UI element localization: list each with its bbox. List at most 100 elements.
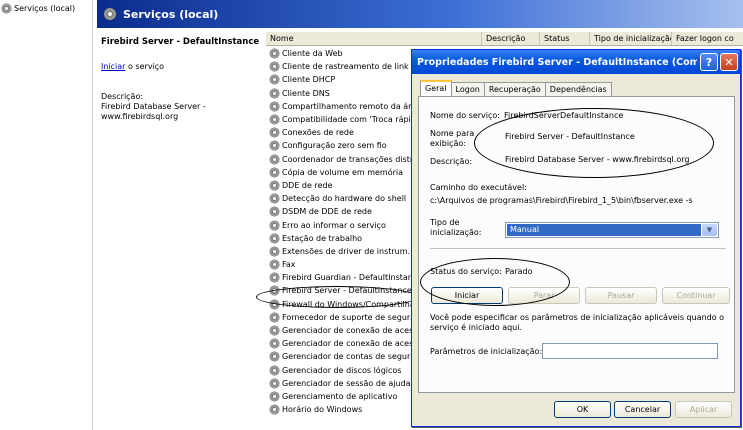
help-button[interactable]: ? bbox=[700, 53, 718, 71]
service-row[interactable]: Cliente da Web bbox=[266, 47, 416, 60]
service-row[interactable]: Cliente DHCP bbox=[266, 73, 416, 86]
exe-path-label: Caminho do executável: bbox=[430, 183, 527, 192]
service-row[interactable]: Cliente de rastreamento de link di bbox=[266, 60, 416, 73]
pane-title: Serviços (local) bbox=[123, 7, 219, 21]
service-row[interactable]: Compartilhamento remoto da área bbox=[266, 100, 416, 113]
console-tree: Serviços (local) bbox=[0, 0, 93, 430]
continue-button[interactable]: Continuar bbox=[662, 287, 730, 304]
service-name: Fornecedor de suporte de segura bbox=[282, 312, 416, 322]
column-header-name[interactable]: Nome bbox=[266, 32, 482, 46]
column-header-startup-type[interactable]: Tipo de inicialização bbox=[590, 32, 672, 46]
service-row[interactable]: Detecção do hardware do shell bbox=[266, 192, 416, 205]
dialog-title: Propriedades Firebird Server - DefaultIn… bbox=[417, 56, 697, 68]
exe-path-value: c:\Arquivos de programas\Firebird\Firebi… bbox=[430, 196, 693, 205]
service-row[interactable]: Conexões de rede bbox=[266, 126, 416, 139]
service-row[interactable]: DDE de rede bbox=[266, 179, 416, 192]
pause-button[interactable]: Pausar bbox=[585, 287, 657, 304]
service-gear-icon bbox=[269, 114, 280, 126]
service-gear-icon bbox=[269, 206, 280, 218]
startup-params-hint: Você pode especificar os parâmetros de i… bbox=[430, 313, 725, 332]
start-service-suffix: o serviço bbox=[125, 62, 165, 71]
column-header-status[interactable]: Status bbox=[540, 32, 590, 46]
service-row[interactable]: Gerenciador de conexão de acess bbox=[266, 337, 416, 350]
pane-header: Serviços (local) bbox=[97, 0, 743, 28]
apply-button[interactable]: Aplicar bbox=[675, 401, 732, 418]
start-service-link[interactable]: Iniciar bbox=[101, 62, 125, 71]
service-row[interactable]: Fax bbox=[266, 258, 416, 271]
dialog-titlebar[interactable]: Propriedades Firebird Server - DefaultIn… bbox=[412, 50, 740, 74]
service-row[interactable]: Cliente DNS bbox=[266, 87, 416, 100]
column-header-description[interactable]: Descrição bbox=[482, 32, 540, 46]
list-header: Nome Descrição Status Tipo de inicializa… bbox=[266, 32, 743, 46]
service-gear-icon bbox=[269, 364, 280, 376]
service-row[interactable]: Gerenciador de conexão de acess bbox=[266, 324, 416, 337]
service-row[interactable]: Extensões de driver de instrum. bbox=[266, 245, 416, 258]
description-label: Descrição: bbox=[101, 92, 144, 101]
service-row[interactable]: Gerenciador de sessão de ajuda d bbox=[266, 377, 416, 390]
service-name: Estação de trabalho bbox=[282, 233, 363, 243]
service-gear-icon bbox=[269, 100, 280, 112]
service-row[interactable]: DSDM de DDE de rede bbox=[266, 205, 416, 218]
startup-params-input[interactable] bbox=[542, 343, 718, 359]
startup-params-label: Parâmetros de inicialização: bbox=[430, 347, 543, 356]
service-row[interactable]: Erro ao informar o serviço bbox=[266, 218, 416, 231]
service-gear-icon bbox=[269, 48, 280, 60]
tab-general[interactable]: Geral bbox=[420, 80, 452, 96]
stop-button[interactable]: Parar bbox=[508, 287, 580, 304]
service-gear-icon bbox=[269, 259, 280, 271]
service-name-label: Nome do serviço: bbox=[430, 111, 500, 120]
dialog-tabs: Geral Logon Recuperação Dependências bbox=[420, 80, 612, 96]
service-gear-icon bbox=[269, 166, 280, 178]
service-row[interactable]: Horário do Windows bbox=[266, 403, 416, 416]
service-name: Firewall do Windows/Compartilham bbox=[282, 299, 416, 309]
services-console: Serviços (local) Serviços (local) Firebi… bbox=[0, 0, 743, 430]
service-name: Firebird Guardian - DefaultInstanc bbox=[282, 273, 416, 283]
service-name-value: FirebirdServerDefaultInstance bbox=[504, 111, 624, 120]
service-row[interactable]: Cópia de volume em memória bbox=[266, 166, 416, 179]
service-name: DSDM de DDE de rede bbox=[282, 207, 372, 217]
service-name: Conexões de rede bbox=[282, 128, 354, 138]
chevron-down-icon[interactable]: ▼ bbox=[702, 224, 717, 236]
display-name-label: Nome para exibição: bbox=[430, 129, 475, 148]
service-name: Detecção do hardware do shell bbox=[282, 194, 407, 204]
service-row[interactable]: Configuração zero sem fio bbox=[266, 139, 416, 152]
service-gear-icon bbox=[269, 285, 280, 297]
service-row[interactable]: Gerenciador de discos lógicos bbox=[266, 364, 416, 377]
tab-recovery[interactable]: Recuperação bbox=[483, 82, 546, 96]
service-gear-icon bbox=[269, 127, 280, 139]
close-button[interactable]: ✕ bbox=[720, 53, 738, 71]
selected-service-title: Firebird Server - DefaultInstance bbox=[101, 37, 260, 47]
service-name: DDE de rede bbox=[282, 180, 333, 190]
service-name: Coordenador de transações distri bbox=[282, 154, 416, 164]
tab-logon[interactable]: Logon bbox=[450, 82, 485, 96]
service-row[interactable]: Compatibilidade com 'Troca rápid bbox=[266, 113, 416, 126]
service-name: Gerenciamento de aplicativo bbox=[282, 391, 398, 401]
service-row[interactable]: Estação de trabalho bbox=[266, 232, 416, 245]
startup-type-label: Tipo de inicialização: bbox=[430, 218, 482, 237]
service-name: Firebird Server - DefaultInstance bbox=[282, 286, 412, 296]
service-name: Cliente DNS bbox=[282, 88, 330, 98]
tree-node-services-local[interactable]: Serviços (local) bbox=[1, 3, 75, 14]
service-row[interactable]: Firebird Guardian - DefaultInstanc bbox=[266, 271, 416, 284]
service-gear-icon bbox=[269, 404, 280, 416]
column-header-logon[interactable]: Fazer logon co bbox=[672, 32, 743, 46]
service-name: Gerenciador de conexão de acess bbox=[282, 326, 416, 336]
startup-type-select[interactable]: Manual ▼ bbox=[505, 222, 719, 238]
service-row[interactable]: Firebird Server - DefaultInstance bbox=[266, 284, 416, 297]
service-row[interactable]: Gerenciador de contas de segurar bbox=[266, 350, 416, 363]
tab-dependencies[interactable]: Dependências bbox=[544, 82, 612, 96]
ok-button[interactable]: OK bbox=[554, 401, 611, 418]
service-name: Configuração zero sem fio bbox=[282, 141, 387, 151]
service-gear-icon bbox=[269, 377, 280, 389]
service-gear-icon bbox=[269, 338, 280, 350]
start-button[interactable]: Iniciar bbox=[431, 287, 503, 304]
service-name: Cliente da Web bbox=[282, 49, 343, 59]
cancel-button[interactable]: Cancelar bbox=[614, 401, 671, 418]
service-name: Gerenciador de discos lógicos bbox=[282, 365, 402, 375]
service-row[interactable]: Firewall do Windows/Compartilham bbox=[266, 298, 416, 311]
service-gear-icon bbox=[269, 272, 280, 284]
service-row[interactable]: Coordenador de transações distri bbox=[266, 153, 416, 166]
service-row[interactable]: Gerenciamento de aplicativo bbox=[266, 390, 416, 403]
service-name: Cliente de rastreamento de link di bbox=[282, 62, 416, 72]
service-row[interactable]: Fornecedor de suporte de segura bbox=[266, 311, 416, 324]
